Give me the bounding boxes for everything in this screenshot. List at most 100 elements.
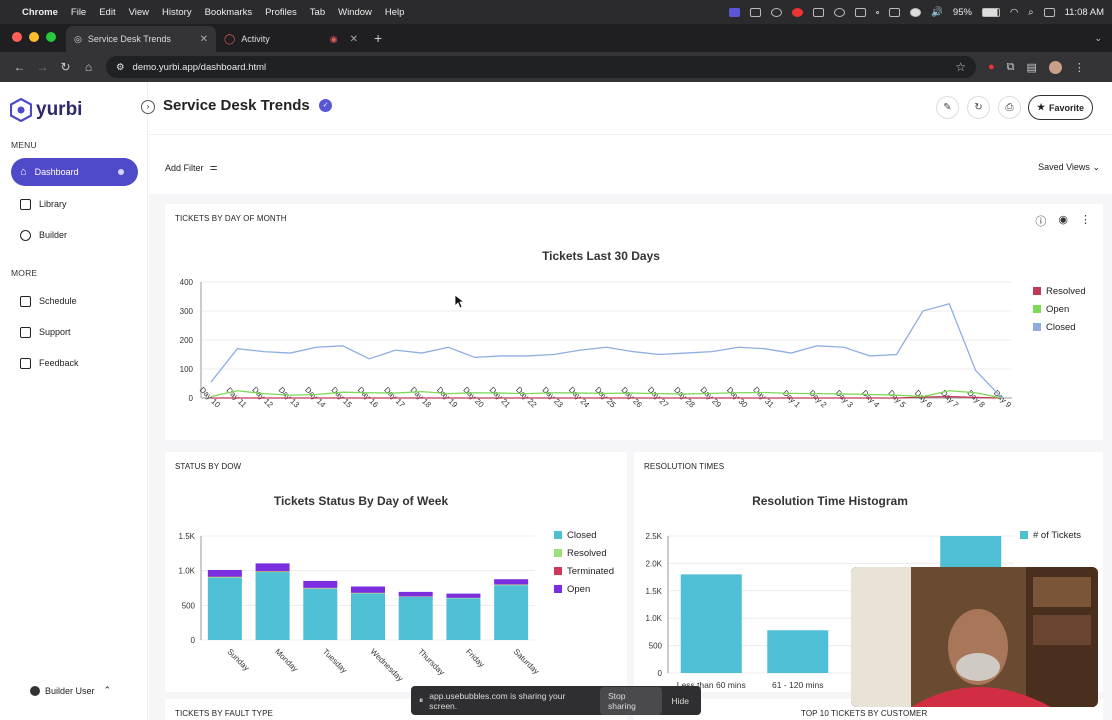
reload-icon[interactable]: ↻ [54, 60, 77, 74]
stop-sharing-button[interactable]: Stop sharing [599, 686, 662, 715]
menu-tab[interactable]: Tab [310, 7, 325, 18]
line-chart: 0100200300400Day 10 Day 11 Day 12 Day 13 Day… [180, 278, 1014, 410]
close-window-button[interactable] [12, 32, 22, 42]
bar-segment-closed [255, 572, 290, 640]
puzzle-icon[interactable]: ⧉ [1007, 61, 1015, 74]
legend-item-resolved[interactable]: Resolved [554, 544, 614, 562]
minimize-window-button[interactable] [29, 32, 39, 42]
sidebar-item-support[interactable]: Support [11, 318, 138, 346]
bar-segment-resolved [207, 576, 242, 578]
favorite-button[interactable]: ★ Favorite [1028, 95, 1093, 120]
expand-icon[interactable] [889, 7, 901, 17]
legend-item-open[interactable]: Open [554, 580, 614, 598]
bubbles-icon[interactable] [792, 7, 804, 17]
url-text[interactable]: demo.yurbi.app/dashboard.html [133, 62, 267, 73]
legend-label: Open [567, 583, 591, 595]
tab-service-desk-trends[interactable]: ◎ Service Desk Trends ✕ [66, 26, 216, 52]
sidebar-item-dashboard[interactable]: ⌂ Dashboard [11, 158, 138, 186]
tab-search-icon[interactable]: ⌄ [1094, 33, 1102, 44]
cloud-icon[interactable] [813, 7, 825, 17]
edit-icon[interactable]: ✎ [936, 96, 959, 119]
sidebar-item-schedule[interactable]: Schedule [11, 287, 138, 315]
menu-bookmarks[interactable]: Bookmarks [205, 7, 253, 18]
sidebar-item-label: Builder [39, 230, 68, 240]
legend-swatch [554, 567, 562, 575]
extension-icon[interactable] [750, 7, 762, 17]
saved-views-label: Saved Views [1038, 162, 1090, 172]
menu-edit[interactable]: Edit [99, 7, 115, 18]
clock[interactable]: 11:08 AM [1065, 7, 1104, 18]
add-filter-button[interactable]: Add Filter ⚌ [165, 162, 218, 173]
refresh-icon[interactable]: ↻ [967, 96, 990, 119]
menu-view[interactable]: View [129, 7, 149, 18]
menu-window[interactable]: Window [338, 7, 372, 18]
yurbi-logo[interactable]: yurbi [10, 98, 82, 122]
search-icon[interactable]: ⌕ [1028, 7, 1033, 18]
sidebar-item-builder[interactable]: Builder [11, 221, 138, 249]
bar-segment-open [351, 586, 385, 593]
dot-icon[interactable] [876, 10, 880, 14]
legend-label: Resolved [1046, 285, 1086, 297]
tab-activity[interactable]: ◯ Activity ◉ ✕ [216, 26, 366, 52]
site-info-icon[interactable]: ⚙ [116, 62, 125, 73]
moon-icon[interactable] [834, 7, 846, 17]
y-tick-label: 1.5K [179, 532, 196, 541]
y-tick-label: 1.0K [646, 614, 663, 623]
close-tab-icon[interactable]: ✕ [200, 34, 208, 45]
active-indicator [118, 169, 124, 175]
home-icon[interactable]: ⌂ [77, 60, 100, 74]
new-tab-button[interactable]: + [366, 30, 390, 52]
zoom-window-button[interactable] [46, 32, 56, 42]
pause-icon[interactable]: ⏸ [419, 695, 423, 706]
bar-segment-closed [207, 577, 242, 640]
calculator-icon[interactable] [855, 7, 867, 17]
battery-icon[interactable] [981, 7, 1000, 17]
x-tick-label: 61 - 120 mins [772, 680, 824, 690]
hide-button[interactable]: Hide [668, 696, 693, 706]
address-bar[interactable]: ⚙ demo.yurbi.app/dashboard.html ☆ [106, 56, 976, 78]
profile-avatar[interactable] [1048, 60, 1062, 74]
browser-tab-strip: ◎ Service Desk Trends ✕ ◯ Activity ◉ ✕ +… [0, 24, 1112, 52]
control-center-icon[interactable] [1043, 7, 1055, 17]
webcam-overlay[interactable] [851, 567, 1098, 707]
menu-profiles[interactable]: Profiles [265, 7, 297, 18]
close-tab-icon[interactable]: ✕ [350, 34, 358, 45]
bookmark-star-icon[interactable]: ☆ [955, 60, 966, 74]
legend-item-closed[interactable]: Closed [554, 526, 614, 544]
collapse-sidebar-button[interactable]: › [141, 100, 155, 114]
back-icon[interactable]: ← [8, 60, 31, 74]
volume-icon[interactable]: 🔊 [931, 7, 943, 18]
legend-item-closed[interactable]: Closed [1033, 318, 1086, 336]
menu-file[interactable]: File [71, 7, 86, 18]
kebab-menu-icon[interactable]: ⋮ [1074, 61, 1085, 74]
sidepanel-icon[interactable]: ▤ [1027, 61, 1037, 74]
sidebar-item-library[interactable]: Library [11, 190, 138, 218]
menu-history[interactable]: History [162, 7, 192, 18]
print-icon[interactable]: ⎙ [998, 96, 1021, 119]
favorite-label: Favorite [1049, 102, 1085, 113]
webcam-video [851, 567, 1098, 707]
bar-segment-resolved [303, 588, 338, 589]
legend-item-terminated[interactable]: Terminated [554, 562, 614, 580]
screen-share-bar: ⏸ app.usebubbles.com is sharing your scr… [411, 686, 701, 715]
menu-app-name[interactable]: Chrome [22, 7, 58, 18]
record-extension-icon[interactable]: ● [988, 61, 995, 73]
screen-icon[interactable] [729, 7, 741, 17]
x-tick-label: Day 5 [886, 388, 908, 410]
legend-item-tickets[interactable]: # of Tickets [1020, 526, 1081, 544]
share-message: app.usebubbles.com is sharing your scree… [429, 690, 566, 711]
wifi-icon[interactable]: ◠ [1010, 7, 1018, 18]
sidebar-item-feedback[interactable]: Feedback [11, 349, 138, 377]
bar-segment-closed [398, 597, 433, 640]
legend-label: Closed [1046, 321, 1076, 333]
legend-item-resolved[interactable]: Resolved [1033, 282, 1086, 300]
user-menu[interactable]: Builder User ⌃ [30, 685, 111, 696]
forward-icon[interactable]: → [31, 60, 54, 74]
legend-item-open[interactable]: Open [1033, 300, 1086, 318]
toggle-icon[interactable] [910, 7, 922, 17]
series-line-closed [210, 302, 1003, 399]
bar-segment-closed [303, 588, 338, 640]
menu-help[interactable]: Help [385, 7, 405, 18]
saved-views-dropdown[interactable]: Saved Views ⌄ [1038, 162, 1100, 173]
shield-icon[interactable] [771, 7, 783, 17]
